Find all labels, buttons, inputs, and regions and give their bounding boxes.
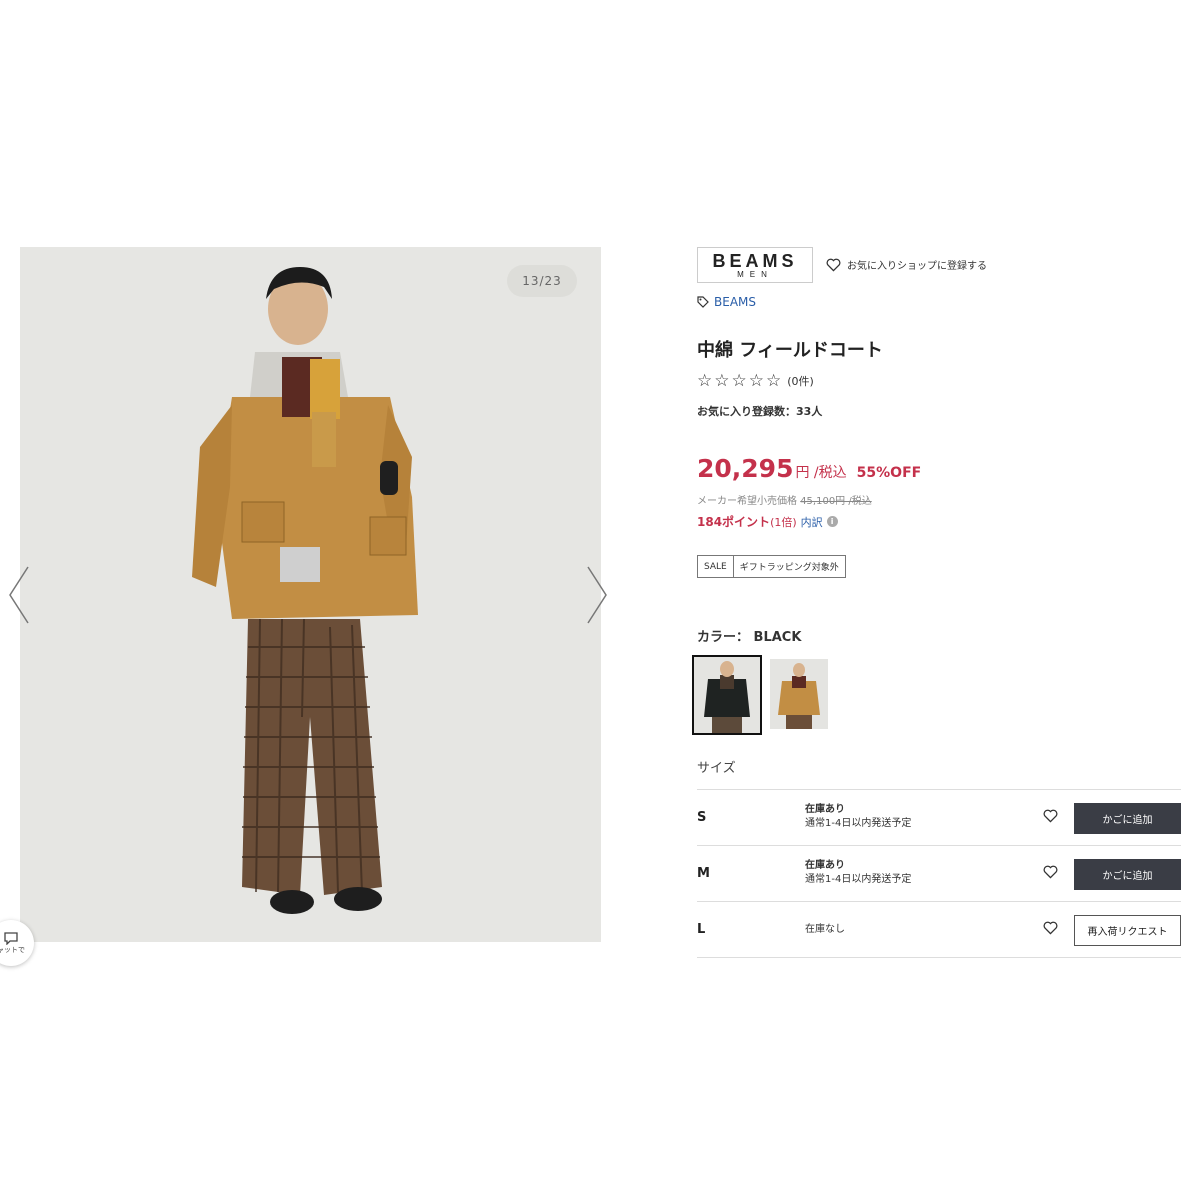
sale-price: 20,295 [697, 454, 794, 483]
brand-logo-line1: BEAMS [712, 250, 798, 271]
heart-icon[interactable] [1043, 921, 1058, 935]
brand-tag-link[interactable]: BEAMS [697, 295, 756, 309]
product-photo [20, 247, 601, 942]
product-tags: SALE ギフトラッピング対象外 [697, 555, 846, 578]
heart-icon[interactable] [1043, 809, 1058, 823]
price-unit: 円 /税込 [795, 465, 847, 481]
stock-status: 在庫あり 通常1-4日以内発送予定 [805, 804, 912, 829]
star-icon: ☆ [697, 371, 713, 391]
previous-image-arrow-icon[interactable] [6, 563, 34, 627]
price-block: 20,295 円 /税込 55%OFF [697, 454, 921, 483]
size-value: L [697, 922, 706, 937]
sale-tag: SALE [704, 561, 727, 572]
chat-label: ャットで [0, 946, 25, 954]
heart-icon [826, 258, 841, 272]
chat-icon [4, 932, 18, 945]
gift-wrapping-tag: ギフトラッピング対象外 [732, 556, 845, 577]
color-label: カラー： BLACK [697, 630, 802, 645]
favorite-shop-link[interactable]: お気に入りショップに登録する [826, 257, 987, 272]
image-counter: 13/23 [507, 265, 577, 297]
swatch-image-black [694, 657, 760, 733]
info-icon[interactable]: i [826, 516, 838, 527]
favorite-shop-label: お気に入りショップに登録する [847, 261, 987, 272]
size-row-s: S 在庫あり 通常1-4日以内発送予定 かごに追加 [697, 789, 1181, 846]
tag-icon [697, 296, 709, 308]
msrp-label: メーカー希望小売価格 [697, 496, 797, 507]
brand-tag-label: BEAMS [714, 295, 756, 309]
star-icon: ☆ [766, 371, 782, 391]
next-image-arrow-icon[interactable] [582, 563, 610, 627]
size-label: サイズ [697, 761, 736, 776]
size-value: S [697, 810, 707, 825]
rating-stars[interactable]: ☆ ☆ ☆ ☆ ☆ (0件) [697, 371, 814, 391]
points-detail-link[interactable]: 内訳 [801, 514, 823, 530]
product-title: 中綿 フィールドコート [697, 340, 883, 361]
heart-icon[interactable] [1043, 865, 1058, 879]
points-row: 184ポイント(1倍) 内訳 i [697, 513, 838, 530]
star-icon: ☆ [748, 371, 764, 391]
swatch-image-camel [770, 659, 828, 729]
size-value: M [697, 866, 710, 881]
star-icon: ☆ [714, 371, 730, 391]
stock-status: 在庫あり 通常1-4日以内発送予定 [805, 860, 912, 885]
brand-logo[interactable]: BEAMS MEN [697, 247, 813, 283]
selected-color: BLACK [753, 630, 802, 645]
msrp-value: 45,100円 /税込 [800, 496, 872, 507]
restock-request-button[interactable]: 再入荷リクエスト [1074, 915, 1181, 946]
discount-badge: 55%OFF [856, 465, 922, 481]
stock-status: 在庫なし [805, 924, 845, 935]
size-row-l: L 在庫なし 再入荷リクエスト [697, 901, 1181, 958]
star-icon: ☆ [731, 371, 747, 391]
color-swatch-black[interactable] [692, 655, 762, 735]
color-swatch-camel[interactable] [770, 659, 828, 729]
points-value: 184ポイント(1倍) [697, 515, 797, 529]
brand-logo-line2: MEN [737, 269, 773, 279]
size-table-divider [697, 957, 1181, 958]
msrp: メーカー希望小売価格 45,100円 /税込 [697, 492, 872, 507]
product-image-gallery[interactable]: 13/23 [20, 247, 601, 942]
size-row-m: M 在庫あり 通常1-4日以内発送予定 かごに追加 [697, 845, 1181, 902]
add-to-cart-button[interactable]: かごに追加 [1074, 859, 1181, 890]
review-count[interactable]: (0件) [787, 373, 814, 389]
add-to-cart-button[interactable]: かごに追加 [1074, 803, 1181, 834]
favorites-count: お気に入り登録数：33人 [697, 405, 823, 418]
